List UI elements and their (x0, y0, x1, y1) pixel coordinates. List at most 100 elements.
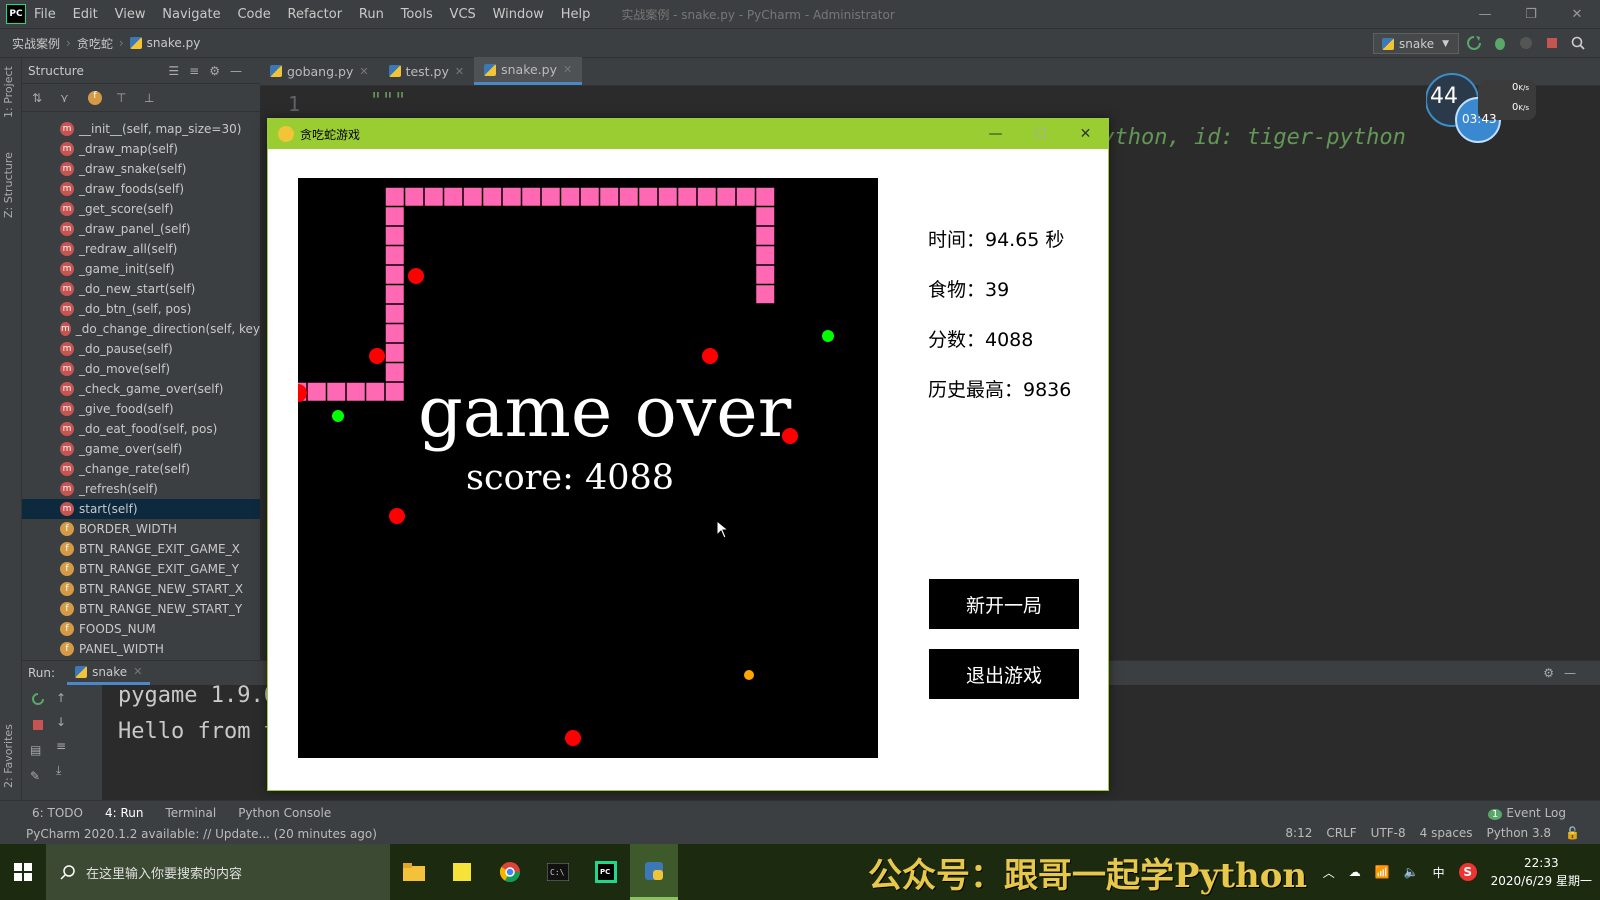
python-console-tab[interactable]: Python Console (238, 806, 331, 820)
start-button[interactable] (0, 844, 46, 900)
menu-vcs[interactable]: VCS (450, 7, 476, 22)
collapse-all-icon[interactable]: ⊥ (144, 91, 158, 105)
menu-file[interactable]: File (34, 7, 56, 22)
ime-indicator[interactable]: 中 (1433, 864, 1445, 881)
structure-item[interactable]: m _do_new_start(self) (22, 279, 260, 299)
status-message[interactable]: PyCharm 2020.1.2 available: // Update...… (26, 827, 377, 841)
file-encoding[interactable]: UTF-8 (1371, 826, 1406, 840)
sticky-notes-app[interactable] (438, 844, 486, 900)
menu-code[interactable]: Code (237, 7, 270, 22)
structure-item[interactable]: f BTN_RANGE_EXIT_GAME_Y (22, 559, 260, 579)
network-icon[interactable]: 📶 (1375, 865, 1390, 879)
tab-test[interactable]: test.py ✕ (379, 57, 475, 85)
structure-tool-tab[interactable]: Z: Structure (2, 152, 15, 218)
layout-icon[interactable]: ▤ (30, 743, 46, 759)
menu-run[interactable]: Run (359, 7, 384, 22)
coverage-icon[interactable] (1518, 35, 1534, 51)
menu-window[interactable]: Window (493, 7, 544, 22)
run-tab-snake[interactable]: snake ✕ (67, 661, 151, 685)
menu-tools[interactable]: Tools (401, 7, 433, 22)
structure-item[interactable]: f BTN_RANGE_NEW_START_Y (22, 599, 260, 619)
structure-item[interactable]: m _redraw_all(self) (22, 239, 260, 259)
taskbar-search[interactable]: 在这里输入你要搜索的内容 (46, 844, 390, 900)
stop-icon[interactable] (30, 717, 46, 733)
structure-item[interactable]: m _game_over(self) (22, 439, 260, 459)
structure-item[interactable]: m _get_score(self) (22, 199, 260, 219)
close-tab-icon[interactable]: ✕ (133, 665, 142, 678)
debug-icon[interactable] (1492, 35, 1508, 51)
tab-gobang[interactable]: gobang.py ✕ (260, 57, 379, 85)
structure-item[interactable]: m _check_game_over(self) (22, 379, 260, 399)
structure-item[interactable]: m _draw_foods(self) (22, 179, 260, 199)
line-separator[interactable]: CRLF (1326, 826, 1356, 840)
maximize-icon[interactable]: ☐ (1018, 119, 1063, 149)
structure-item[interactable]: m _do_eat_food(self, pos) (22, 419, 260, 439)
structure-item[interactable]: m _do_move(self) (22, 359, 260, 379)
menu-edit[interactable]: Edit (73, 7, 98, 22)
pin-icon[interactable]: ✎ (30, 769, 46, 785)
structure-item[interactable]: m _give_food(self) (22, 399, 260, 419)
close-tab-icon[interactable]: ✕ (359, 65, 368, 78)
structure-item[interactable]: m _change_rate(self) (22, 459, 260, 479)
run-config-select[interactable]: snake ▼ (1373, 33, 1459, 54)
close-tab-icon[interactable]: ✕ (563, 63, 572, 76)
run-tool-tab[interactable]: 4: Run (105, 806, 144, 820)
close-icon[interactable]: ✕ (1063, 119, 1108, 149)
structure-item[interactable]: m _do_pause(self) (22, 339, 260, 359)
sogou-icon[interactable]: S (1458, 863, 1477, 881)
breadcrumb-file[interactable]: snake.py (147, 36, 201, 50)
volume-icon[interactable]: 🔈 (1404, 865, 1419, 879)
menu-help[interactable]: Help (561, 7, 591, 22)
tray-expand-icon[interactable]: ︿ (1323, 864, 1335, 881)
rerun-icon[interactable] (30, 691, 46, 707)
clock[interactable]: 22:33 2020/6/29 星期一 (1491, 854, 1592, 890)
game-board[interactable]: game over score: 4088 (288, 178, 878, 758)
structure-item[interactable]: m _do_change_direction(self, key (22, 319, 260, 339)
structure-item[interactable]: m _refresh(self) (22, 479, 260, 499)
scroll-to-end-icon[interactable]: ⤓ (56, 763, 72, 779)
stop-icon[interactable] (1544, 35, 1560, 51)
lock-icon[interactable]: 🔓 (1565, 826, 1580, 840)
expand-all-icon[interactable]: ⊤ (116, 91, 130, 105)
structure-item[interactable]: m _do_btn_(self, pos) (22, 299, 260, 319)
arrow-down-icon[interactable]: ↓ (56, 715, 72, 731)
event-log-button[interactable]: 1 Event Log (1488, 806, 1566, 820)
maximize-icon[interactable]: ❐ (1508, 0, 1554, 28)
todo-tab[interactable]: 6: TODO (32, 806, 83, 820)
minimize-icon[interactable]: — (1462, 0, 1508, 28)
indent-setting[interactable]: 4 spaces (1420, 826, 1473, 840)
structure-item[interactable]: m __init__(self, map_size=30) (22, 119, 260, 139)
terminal-app[interactable]: C:\ (534, 844, 582, 900)
close-tab-icon[interactable]: ✕ (455, 65, 464, 78)
close-icon[interactable]: ✕ (1554, 0, 1600, 28)
cloud-icon[interactable]: ☁ (1349, 865, 1361, 879)
run-panel-settings-icon[interactable]: ⚙— (1543, 666, 1586, 680)
menu-navigate[interactable]: Navigate (162, 7, 220, 22)
soft-wrap-icon[interactable]: ≡ (56, 739, 72, 755)
show-fields-icon[interactable]: f (88, 90, 102, 105)
menu-refactor[interactable]: Refactor (288, 7, 343, 22)
favorites-tool-tab[interactable]: 2: Favorites (2, 724, 15, 788)
structure-item[interactable]: m _draw_snake(self) (22, 159, 260, 179)
arrow-up-icon[interactable]: ↑ (56, 691, 72, 707)
exit-game-button[interactable]: 退出游戏 (929, 649, 1079, 699)
structure-item[interactable]: m _game_init(self) (22, 259, 260, 279)
pycharm-app[interactable]: PC (582, 844, 630, 900)
breadcrumb-folder[interactable]: 贪吃蛇 (77, 35, 113, 52)
minimize-icon[interactable]: — (973, 119, 1018, 149)
breadcrumb-project[interactable]: 实战案例 (12, 35, 60, 52)
structure-item[interactable]: f BORDER_WIDTH (22, 519, 260, 539)
menu-view[interactable]: View (115, 7, 146, 22)
new-game-button[interactable]: 新开一局 (929, 579, 1079, 629)
structure-item[interactable]: m start(self) (22, 499, 260, 519)
tab-snake[interactable]: snake.py ✕ (474, 57, 583, 85)
structure-item[interactable]: m _draw_panel_(self) (22, 219, 260, 239)
structure-item[interactable]: f BTN_RANGE_NEW_START_X (22, 579, 260, 599)
code-line[interactable]: """ (370, 88, 406, 112)
chrome-app[interactable] (486, 844, 534, 900)
interpreter[interactable]: Python 3.8 (1487, 826, 1552, 840)
rerun-icon[interactable] (1466, 35, 1482, 51)
terminal-tab[interactable]: Terminal (165, 806, 216, 820)
python-app[interactable] (630, 844, 678, 900)
structure-item[interactable]: f BTN_RANGE_EXIT_GAME_X (22, 539, 260, 559)
